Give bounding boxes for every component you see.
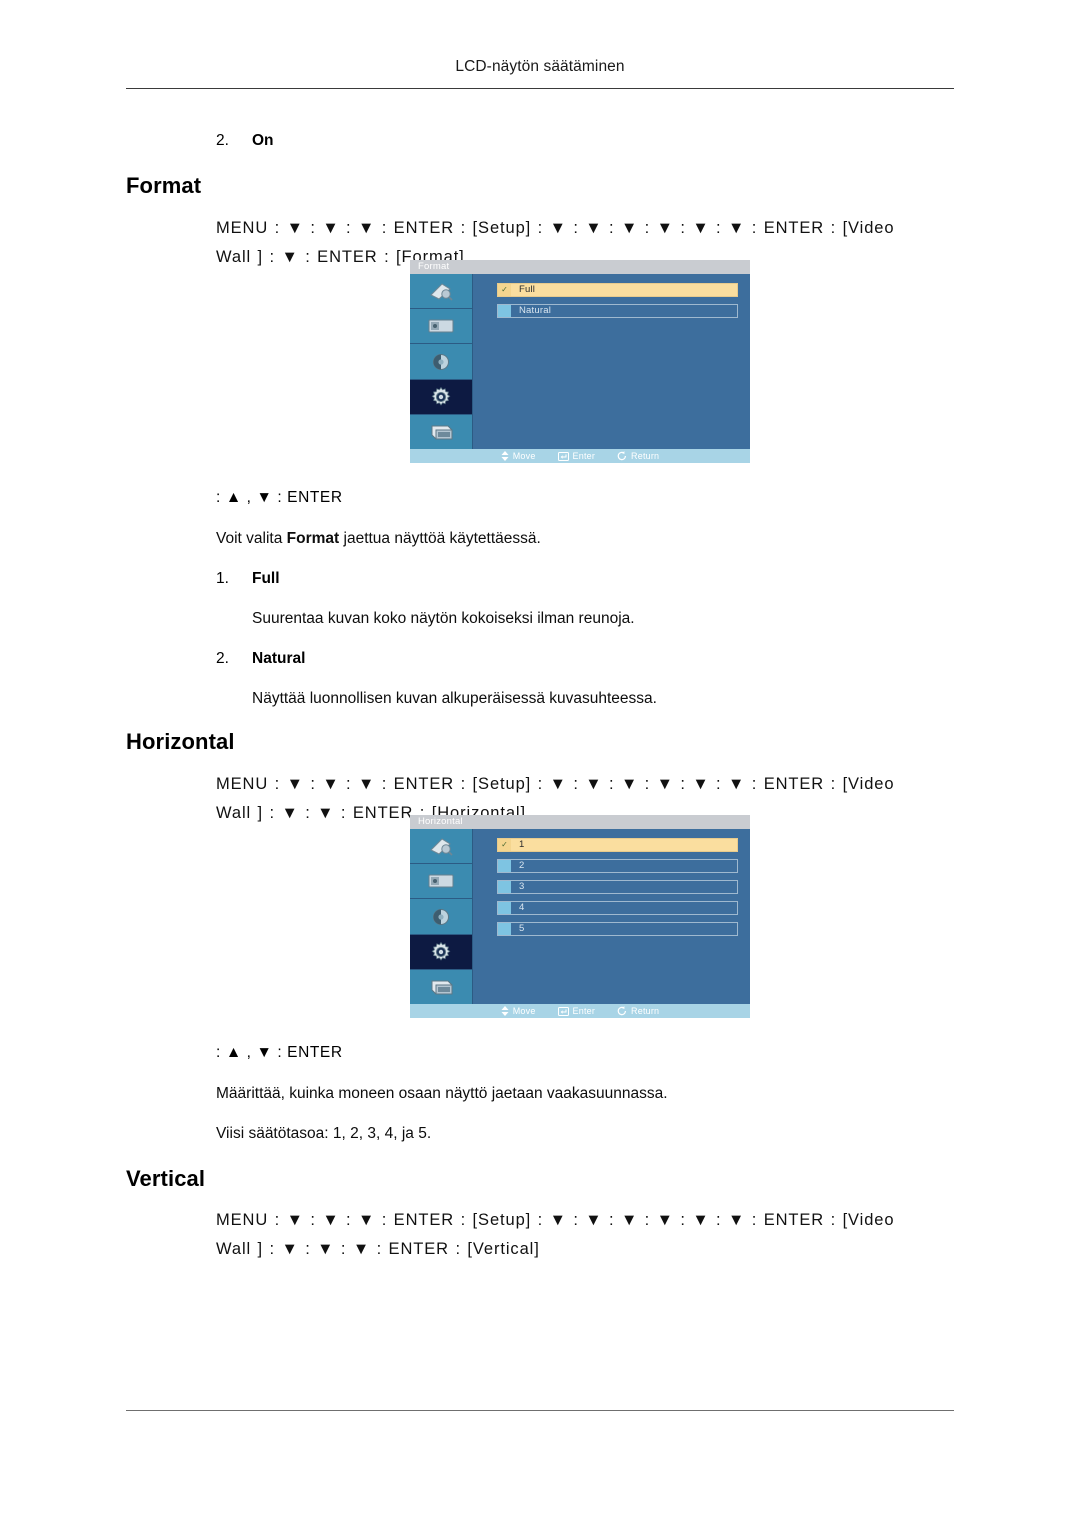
footer-label: Return <box>631 451 660 461</box>
list-item-label: Full <box>252 570 280 587</box>
menu-path-format-line1: MENU : ▼ : ▼ : ▼ : ENTER : [Setup] : ▼ :… <box>216 219 895 237</box>
picture-icon[interactable] <box>410 829 472 865</box>
menu-path-horizontal-line1: MENU : ▼ : ▼ : ▼ : ENTER : [Setup] : ▼ :… <box>216 775 895 793</box>
return-arrow-icon <box>617 451 627 461</box>
page-header-title: LCD-näytön säätäminen <box>455 58 625 75</box>
list-item-number: 1. <box>216 570 229 587</box>
key-line-horizontal: : ▲ , ▼ : ENTER <box>216 1044 343 1061</box>
footer-move: Move <box>501 1006 536 1016</box>
osd-item-4[interactable]: 4 <box>497 901 738 915</box>
heading-horizontal: Horizontal <box>126 729 235 754</box>
osd-horizontal-body: ✓ 1 2 3 4 5 <box>410 829 750 1005</box>
osd-item-label: Natural <box>519 305 552 317</box>
osd-horizontal-icon-column <box>410 829 473 1005</box>
image-size-icon[interactable] <box>410 864 472 900</box>
item-swatch-icon <box>498 923 511 935</box>
check-swatch-icon: ✓ <box>498 839 511 851</box>
osd-horizontal-item-list: ✓ 1 2 3 4 5 <box>473 829 750 1004</box>
osd-item-full[interactable]: ✓ Full <box>497 283 738 297</box>
menu-path-vertical-line2: Wall ] : ▼ : ▼ : ▼ : ENTER : [Vertical] <box>216 1240 540 1258</box>
item-swatch-icon <box>498 902 511 914</box>
sound-icon[interactable] <box>410 899 472 935</box>
description-horizontal-line2: Viisi säätötasoa: 1, 2, 3, 4, ja 5. <box>216 1125 432 1142</box>
osd-item-label: Full <box>519 284 536 296</box>
multi-control-icon[interactable] <box>410 414 472 450</box>
menu-path-vertical: MENU : ▼ : ▼ : ▼ : ENTER : [Setup] : ▼ :… <box>216 1206 958 1264</box>
page-header: LCD-näytön säätäminen <box>0 58 1080 76</box>
osd-format-body: ✓ Full Natural <box>410 274 750 450</box>
setup-gear-icon[interactable] <box>410 934 472 970</box>
sound-icon[interactable] <box>410 344 472 380</box>
check-icon: ✓ <box>501 285 508 294</box>
document-page: LCD-näytön säätäminen 2. On Format MENU :… <box>0 0 1080 1527</box>
footer-enter: Enter <box>557 451 596 461</box>
osd-format-icon-column <box>410 274 473 450</box>
multi-control-icon[interactable] <box>410 969 472 1005</box>
osd-format-title: Format <box>410 260 750 274</box>
footer-enter: Enter <box>557 1006 596 1016</box>
footer-label: Return <box>631 1006 660 1016</box>
footer-return: Return <box>617 1006 659 1016</box>
osd-format-item-list: ✓ Full Natural <box>473 274 750 449</box>
key-line-format: : ▲ , ▼ : ENTER <box>216 489 343 506</box>
footer-label: Enter <box>572 451 596 461</box>
list-item-number: 2. <box>216 132 229 149</box>
osd-item-label: 3 <box>519 881 525 893</box>
picture-icon[interactable] <box>410 274 472 310</box>
updown-arrow-icon <box>501 451 509 461</box>
osd-format: Format ✓ Full Natural Move Enter Return <box>410 260 750 463</box>
check-icon: ✓ <box>501 840 508 849</box>
enter-key-icon <box>557 451 569 461</box>
item-swatch-icon <box>498 881 511 893</box>
list-item-natural: 2. Natural <box>216 650 305 668</box>
list-item-on: 2. On <box>216 132 274 150</box>
paragraph-format-pre: Voit valita <box>216 530 287 547</box>
paragraph-format-bold: Format <box>286 530 340 547</box>
osd-item-3[interactable]: 3 <box>497 880 738 894</box>
item-swatch-icon <box>498 860 511 872</box>
osd-horizontal: Horizontal ✓ 1 2 3 4 5 Move Enter Return <box>410 815 750 1018</box>
description-full: Suurentaa kuvan koko näytön kokoiseksi i… <box>252 610 635 627</box>
osd-item-label: 2 <box>519 860 525 872</box>
description-natural: Näyttää luonnollisen kuvan alkuperäisess… <box>252 690 657 707</box>
list-item-label: Natural <box>252 650 306 667</box>
osd-item-label: 1 <box>519 839 525 851</box>
heading-vertical: Vertical <box>126 1166 206 1191</box>
paragraph-format: Voit valita Format jaettua näyttöä käyte… <box>216 530 541 548</box>
header-rule <box>126 88 954 89</box>
osd-format-footer: Move Enter Return <box>410 449 750 463</box>
list-item-full: 1. Full <box>216 570 280 588</box>
image-size-icon[interactable] <box>410 309 472 345</box>
osd-horizontal-title: Horizontal <box>410 815 750 829</box>
menu-path-vertical-line1: MENU : ▼ : ▼ : ▼ : ENTER : [Setup] : ▼ :… <box>216 1211 895 1229</box>
osd-item-label: 4 <box>519 902 525 914</box>
list-item-label: On <box>252 132 274 149</box>
footer-move: Move <box>501 451 536 461</box>
footer-return: Return <box>617 451 659 461</box>
return-arrow-icon <box>617 1006 627 1016</box>
heading-format: Format <box>126 173 202 198</box>
footer-rule <box>126 1410 954 1411</box>
osd-item-label: 5 <box>519 923 525 935</box>
osd-item-2[interactable]: 2 <box>497 859 738 873</box>
footer-label: Move <box>512 1006 536 1016</box>
description-horizontal-line1: Määrittää, kuinka moneen osaan näyttö ja… <box>216 1085 668 1102</box>
osd-item-5[interactable]: 5 <box>497 922 738 936</box>
osd-item-natural[interactable]: Natural <box>497 304 738 318</box>
footer-label: Enter <box>572 1006 596 1016</box>
list-item-number: 2. <box>216 650 229 667</box>
setup-gear-icon[interactable] <box>410 379 472 415</box>
item-swatch-icon <box>498 305 511 317</box>
osd-horizontal-footer: Move Enter Return <box>410 1004 750 1018</box>
paragraph-format-post: jaettua näyttöä käytettäessä. <box>339 530 541 547</box>
osd-item-1[interactable]: ✓ 1 <box>497 838 738 852</box>
updown-arrow-icon <box>501 1006 509 1016</box>
enter-key-icon <box>557 1006 569 1016</box>
check-swatch-icon: ✓ <box>498 284 511 296</box>
footer-label: Move <box>512 451 536 461</box>
